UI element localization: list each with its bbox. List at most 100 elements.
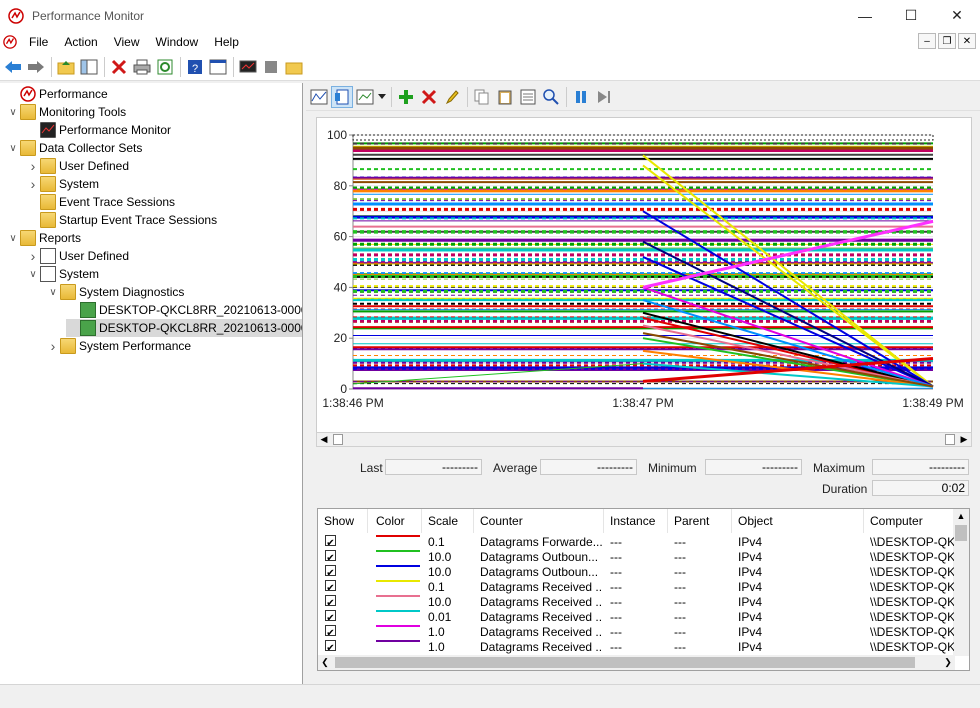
tree-item[interactable]: › System Performance <box>46 337 191 355</box>
menu-view[interactable]: View <box>106 35 148 49</box>
chevron-right-icon[interactable]: › <box>46 338 60 354</box>
legend-row[interactable]: ✔ 10.0 Datagrams Received ... --- --- IPv4 \\D… <box>318 595 958 610</box>
tree-item[interactable]: ∨ Reports <box>6 229 81 247</box>
help-icon[interactable]: ? <box>184 56 206 78</box>
show-checkbox[interactable]: ✔ <box>325 640 336 651</box>
col-show[interactable]: Show <box>318 509 368 533</box>
show-checkbox[interactable]: ✔ <box>325 535 336 546</box>
update-data-icon[interactable] <box>593 86 615 108</box>
timeline-start-slider[interactable] <box>333 434 343 445</box>
legend-row[interactable]: ✔ 10.0 Datagrams Outboun... --- --- IPv4 \\DES… <box>318 565 958 580</box>
col-parent[interactable]: Parent <box>668 509 732 533</box>
mdi-restore-button[interactable]: ❐ <box>938 33 956 49</box>
mdi-close-button[interactable]: ✕ <box>958 33 976 49</box>
legend-row[interactable]: ✔ 10.0 Datagrams Outboun... --- --- IPv4 \\DES… <box>318 550 958 565</box>
x-tick-label: 1:38:47 PM <box>612 396 673 410</box>
show-checkbox[interactable]: ✔ <box>325 550 336 561</box>
tree-item[interactable]: › User Defined <box>26 157 129 175</box>
col-counter[interactable]: Counter <box>474 509 604 533</box>
stop-icon[interactable] <box>260 56 282 78</box>
view-log-data-icon[interactable] <box>331 85 353 108</box>
show-checkbox[interactable]: ✔ <box>325 610 336 621</box>
legend-row[interactable]: ✔ 0.01 Datagrams Received ... --- --- IPv4 \\D… <box>318 610 958 625</box>
highlight-icon[interactable] <box>441 86 463 108</box>
tree-item[interactable]: ∨ System <box>26 265 99 283</box>
show-checkbox[interactable]: ✔ <box>325 565 336 576</box>
graph-properties-icon[interactable] <box>517 86 539 108</box>
refresh-icon[interactable] <box>154 56 176 78</box>
legend-row[interactable]: ✔ 0.1 Datagrams Forwarde... --- --- IPv4 \\DES… <box>318 535 958 550</box>
tree-item[interactable]: ∨ System Diagnostics <box>46 283 184 301</box>
delete-counter-icon[interactable] <box>418 86 440 108</box>
graph-type-dropdown-icon[interactable] <box>377 86 387 108</box>
show-checkbox[interactable]: ✔ <box>325 580 336 591</box>
show-hide-tree-icon[interactable] <box>78 56 100 78</box>
folder-icon[interactable] <box>283 56 305 78</box>
tree-item[interactable]: DESKTOP-QKCL8RR_20210613-000023 <box>66 301 302 319</box>
legend-horizontal-scrollbar[interactable]: ❮ ❯ <box>318 655 955 670</box>
close-button[interactable]: ✕ <box>934 0 980 31</box>
tree-item[interactable]: Startup Event Trace Sessions <box>26 211 217 229</box>
timeline-scrollbar[interactable]: ◀ ▶ <box>316 432 972 447</box>
legend-scroll-left[interactable]: ❮ <box>318 655 332 670</box>
properties-icon[interactable] <box>207 56 229 78</box>
parent-cell: --- <box>674 580 686 594</box>
tree-item[interactable]: Performance <box>6 85 108 103</box>
chevron-right-icon[interactable]: › <box>26 248 40 264</box>
scroll-right-arrow[interactable]: ▶ <box>957 433 971 446</box>
minimize-button[interactable]: — <box>842 0 888 31</box>
tree-item[interactable]: DESKTOP-QKCL8RR_20210613-000024 <box>66 319 302 337</box>
view-current-activity-icon[interactable] <box>308 86 330 108</box>
chevron-down-icon[interactable]: ∨ <box>26 269 40 280</box>
col-instance[interactable]: Instance <box>604 509 668 533</box>
chevron-down-icon[interactable]: ∨ <box>6 107 20 118</box>
col-computer[interactable]: Computer <box>864 509 956 533</box>
freeze-display-icon[interactable] <box>570 86 592 108</box>
mdi-minimize-button[interactable]: – <box>918 33 936 49</box>
computer-cell: \\DESKTOP-QKC <box>870 640 954 654</box>
chevron-down-icon[interactable]: ∨ <box>46 287 60 298</box>
menu-help[interactable]: Help <box>206 35 247 49</box>
show-checkbox[interactable]: ✔ <box>325 625 336 636</box>
legend-hscroll-thumb[interactable] <box>335 657 915 668</box>
change-graph-type-icon[interactable] <box>354 86 376 108</box>
col-scale[interactable]: Scale <box>422 509 474 533</box>
chevron-right-icon[interactable]: › <box>26 158 40 174</box>
tree-item[interactable]: Event Trace Sessions <box>26 193 175 211</box>
legend-row[interactable]: ✔ 1.0 Datagrams Received ... --- --- IPv4 \\DE… <box>318 625 958 640</box>
delete-icon[interactable] <box>108 56 130 78</box>
chevron-down-icon[interactable]: ∨ <box>6 233 20 244</box>
scroll-left-arrow[interactable]: ◀ <box>317 433 331 446</box>
back-icon[interactable] <box>2 56 24 78</box>
legend-scroll-right[interactable]: ❯ <box>941 655 955 670</box>
chevron-right-icon[interactable]: › <box>26 176 40 192</box>
timeline-end-slider[interactable] <box>945 434 955 445</box>
tree-item[interactable]: ∨ Monitoring Tools <box>6 103 126 121</box>
paste-counter-list-icon[interactable] <box>494 86 516 108</box>
monitor-view-icon[interactable] <box>237 56 259 78</box>
up-folder-icon[interactable] <box>55 56 77 78</box>
menu-action[interactable]: Action <box>56 35 105 49</box>
menu-window[interactable]: Window <box>148 35 207 49</box>
chevron-down-icon[interactable]: ∨ <box>6 143 20 154</box>
legend-row[interactable]: ✔ 1.0 Datagrams Received ... --- --- IPv4 \\DE… <box>318 640 958 655</box>
col-object[interactable]: Object <box>732 509 864 533</box>
print-icon[interactable] <box>131 56 153 78</box>
zoom-icon[interactable] <box>540 86 562 108</box>
folder-icon <box>40 212 56 228</box>
tree-item[interactable]: Performance Monitor <box>26 121 171 139</box>
tree-item[interactable]: ∨ Data Collector Sets <box>6 139 142 157</box>
folder-icon <box>40 158 56 174</box>
perfmon-menu-icon[interactable] <box>3 35 17 49</box>
menu-file[interactable]: File <box>21 35 56 49</box>
tree-item[interactable]: › System <box>26 175 99 193</box>
scroll-up-arrow[interactable]: ▲ <box>953 509 969 523</box>
show-checkbox[interactable]: ✔ <box>325 595 336 606</box>
col-color[interactable]: Color <box>370 509 422 533</box>
forward-icon[interactable] <box>25 56 47 78</box>
tree-item[interactable]: › User Defined <box>26 247 129 265</box>
add-counter-icon[interactable] <box>395 86 417 108</box>
maximize-button[interactable]: ☐ <box>888 0 934 31</box>
legend-row[interactable]: ✔ 0.1 Datagrams Received ... --- --- IPv4 \\DE… <box>318 580 958 595</box>
copy-properties-icon[interactable] <box>471 86 493 108</box>
